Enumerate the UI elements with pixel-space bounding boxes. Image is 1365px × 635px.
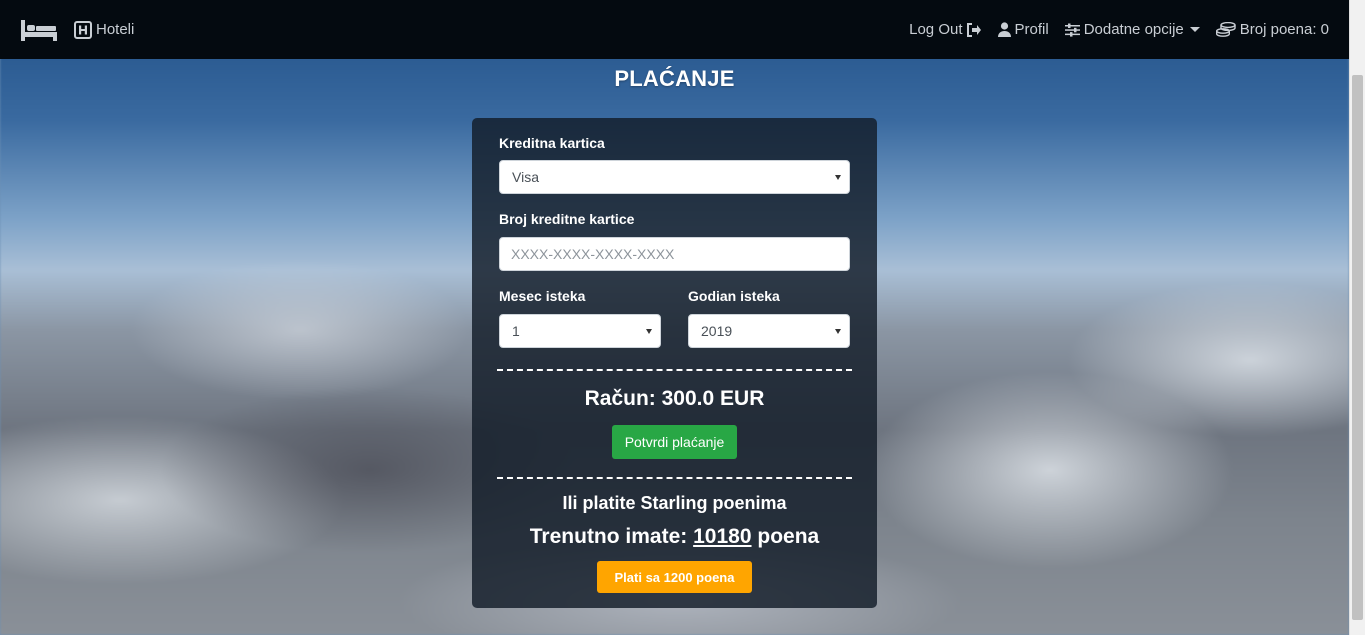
- expiry-year-value: 2019: [701, 323, 733, 339]
- card-type-select[interactable]: Visa: [499, 160, 850, 194]
- nav-logout-link[interactable]: Log Out: [909, 21, 981, 38]
- bed-icon: [21, 19, 57, 41]
- current-points-suffix: poena: [751, 525, 820, 548]
- user-icon: [997, 22, 1011, 37]
- divider: [497, 477, 852, 479]
- brand-bed-icon[interactable]: [20, 18, 58, 42]
- bill-total: Račun: 300.0 EUR: [584, 387, 765, 410]
- current-points-prefix: Trenutno imate:: [529, 525, 694, 548]
- nav-profile-label: Profil: [1014, 21, 1049, 38]
- expiry-month-value: 1: [512, 323, 520, 339]
- page-title: PLAĆANJE: [614, 66, 735, 91]
- current-points-text: Trenutno imate: 10180 poena: [472, 525, 877, 549]
- pay-with-points-button[interactable]: Plati sa 1200 poena: [597, 561, 752, 593]
- expiry-year-select[interactable]: 2019: [688, 314, 850, 348]
- card-number-label: Broj kreditne kartice: [499, 211, 635, 227]
- nav-more-options-dropdown[interactable]: Dodatne opcije: [1064, 21, 1200, 38]
- confirm-payment-button[interactable]: Potvrdi plaćanje: [612, 425, 737, 459]
- page-scrollbar[interactable]: [1349, 0, 1365, 635]
- card-number-input[interactable]: [511, 246, 838, 262]
- nav-logout-label: Log Out: [909, 21, 963, 38]
- sliders-icon: [1064, 23, 1080, 37]
- card-type-label: Kreditna kartica: [499, 135, 605, 151]
- top-navbar: Hoteli Log Out Profil Dodatne opcije Bro…: [0, 0, 1349, 59]
- divider: [497, 369, 852, 371]
- payment-card: Kreditna kartica Visa Broj kreditne kart…: [472, 118, 877, 608]
- chevron-down-icon: [1189, 27, 1200, 32]
- nav-hotels-link[interactable]: Hoteli: [74, 20, 135, 39]
- expiry-month-label: Mesec isteka: [499, 288, 586, 304]
- current-points-value: 10180: [693, 525, 752, 548]
- coins-icon: [1215, 22, 1236, 37]
- nav-points-label: Broj poena: 0: [1239, 21, 1329, 38]
- points-heading: Ili platite Starling poenima: [562, 493, 787, 513]
- nav-points-link[interactable]: Broj poena: 0: [1215, 21, 1329, 38]
- expiry-month-select[interactable]: 1: [499, 314, 661, 348]
- scrollbar-thumb[interactable]: [1352, 75, 1363, 620]
- nav-profile-link[interactable]: Profil: [997, 21, 1049, 38]
- expiry-year-label: Godian isteka: [688, 288, 780, 304]
- nav-more-options-label: Dodatne opcije: [1083, 21, 1184, 38]
- card-type-value: Visa: [512, 169, 539, 185]
- hotel-h-icon: [74, 20, 92, 39]
- card-number-field[interactable]: [499, 237, 850, 271]
- sign-out-icon: [966, 22, 981, 37]
- nav-hotels-label: Hoteli: [96, 21, 135, 38]
